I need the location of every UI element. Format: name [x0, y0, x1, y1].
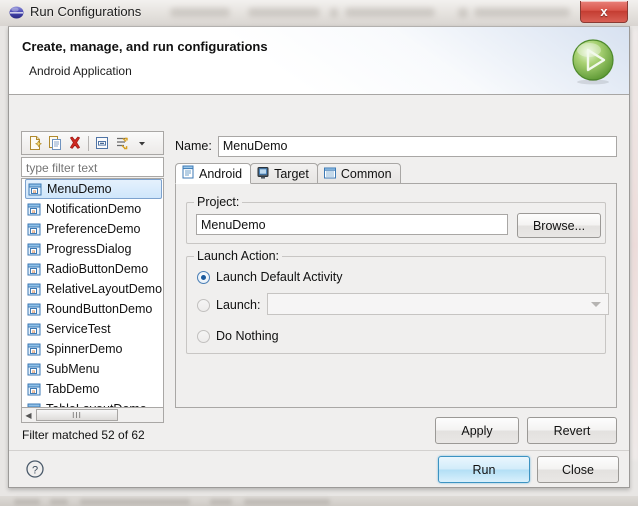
svg-text:?: ?	[32, 464, 38, 476]
common-list-icon	[323, 166, 341, 183]
page-title: Create, manage, and run configurations	[22, 39, 268, 54]
tree-item-label: NotificationDemo	[46, 202, 142, 216]
project-input[interactable]	[196, 214, 508, 235]
view-menu-chevron-down-icon[interactable]	[132, 133, 152, 153]
tree-item[interactable]: a SpinnerDemo	[22, 339, 163, 359]
name-input[interactable]	[217, 135, 617, 157]
radio-indicator	[197, 298, 210, 312]
target-device-icon	[256, 166, 274, 183]
tab-common[interactable]: Common	[316, 163, 401, 184]
filter-match-status: Filter matched 52 of 62	[22, 428, 145, 442]
launch-action-group: Launch Action: Launch Default Activity L…	[186, 249, 609, 354]
tab-label: Target	[274, 167, 309, 181]
project-group: Project: Browse...	[186, 195, 606, 244]
tree-horizontal-scrollbar[interactable]: ◀ III	[21, 408, 164, 423]
window-close-button[interactable]: x	[580, 1, 628, 23]
launch-activity-combo[interactable]	[267, 293, 609, 315]
tree-item[interactable]: a ServiceTest	[22, 319, 163, 339]
page-subtitle: Android Application	[29, 64, 132, 78]
help-question-icon[interactable]: ?	[25, 459, 45, 479]
android-tab-content: Project: Browse... Launch Action: Launch…	[175, 183, 617, 408]
background-blur-blob	[50, 499, 68, 505]
filter-icon[interactable]	[112, 133, 132, 153]
revert-button[interactable]: Revert	[527, 417, 617, 444]
tab-label: Common	[340, 167, 392, 181]
name-label: Name:	[175, 139, 212, 153]
browse-button[interactable]: Browse...	[517, 213, 601, 238]
background-blur-blob	[14, 499, 40, 505]
tree-item[interactable]: a RelativeLayoutDemo	[22, 279, 163, 299]
filter-input[interactable]	[21, 157, 164, 177]
tab-target[interactable]: Target	[250, 163, 318, 184]
tree-item[interactable]: a TabDemo	[22, 379, 163, 399]
tree-item-label: SubMenu	[46, 362, 100, 376]
tree-item-label: ProgressDialog	[46, 242, 132, 256]
tree-item-label: SpinnerDemo	[46, 342, 123, 356]
chevron-down-icon	[591, 302, 601, 307]
tree-item[interactable]: a ProgressDialog	[22, 239, 163, 259]
tree-item-label: ServiceTest	[46, 322, 111, 336]
eclipse-sphere-icon	[9, 5, 24, 20]
close-button[interactable]: Close	[537, 456, 619, 483]
launch-action-group-title: Launch Action:	[194, 249, 283, 263]
toolbar-separator	[88, 135, 89, 151]
radio-label: Do Nothing	[216, 329, 279, 343]
radio-launch-default-activity[interactable]: Launch Default Activity	[197, 270, 342, 284]
tree-item[interactable]: a PreferenceDemo	[22, 219, 163, 239]
tree-item-label: RoundButtonDemo	[46, 302, 153, 316]
window-title: Run Configurations	[30, 4, 142, 19]
configuration-tabs-panel: Android Target Common Project: Browse... L…	[175, 163, 617, 408]
android-doc-icon	[181, 165, 199, 182]
new-configuration-icon[interactable]	[25, 133, 45, 153]
tree-item-label: PreferenceDemo	[46, 222, 141, 236]
run-configurations-dialog: Create, manage, and run configurations A…	[8, 26, 630, 488]
background-blur-blob	[80, 499, 190, 505]
configurations-tree[interactable]: a MenuDemo a NotificationDemo a Preferen…	[21, 178, 164, 408]
tab-label: Android	[199, 166, 243, 181]
tree-item-label: MenuDemo	[47, 182, 112, 196]
tab-strip: Android Target Common	[175, 163, 401, 184]
radio-label: Launch Default Activity	[216, 270, 343, 284]
collapse-all-icon[interactable]	[92, 133, 112, 153]
radio-launch-specific[interactable]: Launch:	[197, 298, 260, 312]
background-blur-blob	[244, 499, 330, 505]
background-bottom-strip	[0, 496, 638, 506]
tree-item[interactable]: a NotificationDemo	[22, 199, 163, 219]
tree-item-label: RelativeLayoutDemo	[46, 282, 163, 296]
green-run-circle-icon	[569, 37, 617, 85]
delete-configuration-icon[interactable]	[65, 133, 85, 153]
radio-indicator	[197, 329, 210, 343]
tree-item[interactable]: a RadioButtonDemo	[22, 259, 163, 279]
tree-item[interactable]: a SubMenu	[22, 359, 163, 379]
duplicate-configuration-icon[interactable]	[45, 133, 65, 153]
configurations-toolbar	[21, 131, 164, 155]
radio-indicator	[197, 270, 210, 284]
run-button[interactable]: Run	[438, 456, 530, 483]
radio-label: Launch:	[216, 298, 261, 312]
background-blur-edge	[632, 30, 638, 460]
tree-item-label: TabDemo	[46, 382, 100, 396]
project-group-title: Project:	[194, 195, 243, 209]
tab-android[interactable]: Android	[175, 163, 252, 184]
scroll-left-arrow-icon[interactable]: ◀	[22, 409, 35, 422]
dialog-footer: ? Run Close	[9, 450, 629, 488]
tree-item[interactable]: a RoundButtonDemo	[22, 299, 163, 319]
apply-button[interactable]: Apply	[435, 417, 519, 444]
tree-item[interactable]: a TableLayoutDemo	[22, 399, 163, 407]
radio-do-nothing[interactable]: Do Nothing	[197, 329, 279, 343]
dialog-body: a MenuDemo a NotificationDemo a Preferen…	[9, 95, 629, 450]
footer-separator	[9, 450, 629, 451]
tree-item-label: RadioButtonDemo	[46, 262, 149, 276]
scrollbar-thumb[interactable]: III	[36, 409, 118, 421]
apply-revert-row: Apply Revert	[175, 417, 617, 444]
window-titlebar[interactable]: Run Configurations x	[0, 0, 638, 26]
tree-item[interactable]: a MenuDemo	[25, 179, 162, 199]
name-row: Name:	[175, 135, 617, 157]
background-blur-blob	[210, 499, 232, 505]
dialog-header: Create, manage, and run configurations A…	[9, 27, 629, 95]
